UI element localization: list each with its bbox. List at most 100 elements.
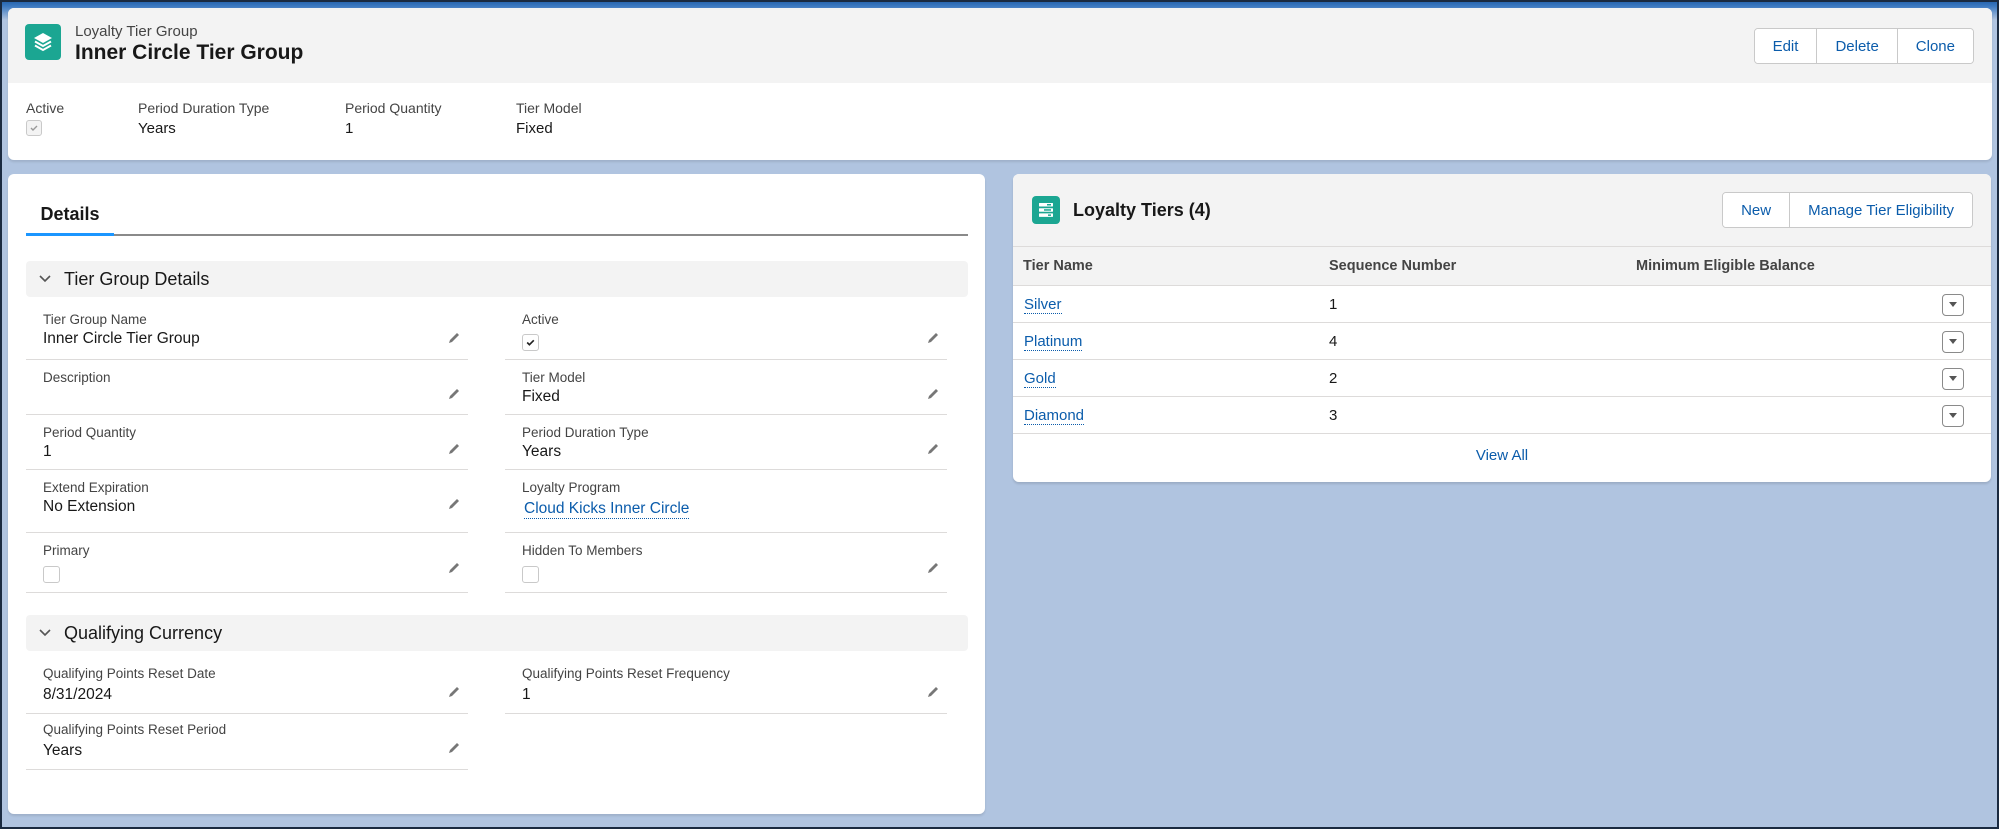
edit-button[interactable]: Edit xyxy=(1754,29,1818,63)
highlight-value: 1 xyxy=(345,120,354,137)
pencil-icon[interactable] xyxy=(446,684,462,700)
field-period-duration-type: Period Duration Type Years xyxy=(505,423,947,470)
pencil-icon[interactable] xyxy=(925,386,941,402)
caret-down-icon xyxy=(1949,302,1957,307)
row-actions-dropdown[interactable] xyxy=(1942,294,1964,316)
field-label: Qualifying Points Reset Date xyxy=(43,666,216,681)
section-qualifying-currency[interactable]: Qualifying Currency xyxy=(26,615,968,651)
field-value: Years xyxy=(522,443,562,460)
highlight-label: Tier Model xyxy=(516,100,582,116)
highlight-label: Period Quantity xyxy=(345,100,442,116)
active-checkbox-readonly xyxy=(26,120,42,136)
new-button[interactable]: New xyxy=(1723,193,1791,227)
tier-name-link[interactable]: Diamond xyxy=(1024,407,1085,425)
tab-details[interactable]: Details xyxy=(26,196,114,236)
tier-name-link[interactable]: Gold xyxy=(1024,370,1056,388)
field-qualifying-points-reset-frequency: Qualifying Points Reset Frequency 1 xyxy=(505,664,947,714)
pencil-icon[interactable] xyxy=(925,330,941,346)
manage-tier-eligibility-button[interactable]: Manage Tier Eligibility xyxy=(1790,193,1972,227)
record-actions: Edit Delete Clone xyxy=(1753,28,1974,64)
caret-down-icon xyxy=(1949,413,1957,418)
field-label: Qualifying Points Reset Period xyxy=(43,722,227,737)
tier-name-link[interactable]: Platinum xyxy=(1024,333,1083,351)
field-value: Inner Circle Tier Group xyxy=(43,330,200,347)
related-list-actions: New Manage Tier Eligibility xyxy=(1722,192,1973,228)
section-title: Tier Group Details xyxy=(64,268,210,289)
header-top: Loyalty Tier Group Inner Circle Tier Gro… xyxy=(8,8,1992,83)
table-row: Platinum 4 xyxy=(1013,323,1991,360)
highlight-period-quantity: Period Quantity 1 xyxy=(345,100,516,137)
related-list-loyalty-tiers: Loyalty Tiers (4) New Manage Tier Eligib… xyxy=(1013,174,1991,482)
pencil-icon[interactable] xyxy=(925,560,941,576)
field-label: Period Duration Type xyxy=(522,425,649,440)
primary-checkbox xyxy=(43,566,60,583)
hidden-to-members-checkbox xyxy=(522,566,539,583)
record-title: Inner Circle Tier Group xyxy=(75,41,304,64)
field-qualifying-points-reset-date: Qualifying Points Reset Date 8/31/2024 xyxy=(26,664,468,714)
field-tier-model: Tier Model Fixed xyxy=(505,368,947,415)
tier-name-link[interactable]: Silver xyxy=(1024,296,1062,314)
caret-down-icon xyxy=(1949,339,1957,344)
loyalty-program-link[interactable]: Cloud Kicks Inner Circle xyxy=(524,500,690,519)
layers-icon xyxy=(25,24,61,60)
highlight-period-duration-type: Period Duration Type Years xyxy=(138,100,345,137)
details-card: Details Tier Group Details Tier Group Na… xyxy=(8,174,985,814)
pencil-icon[interactable] xyxy=(446,496,462,512)
delete-button[interactable]: Delete xyxy=(1817,29,1898,63)
field-description: Description xyxy=(26,368,468,415)
chevron-down-icon xyxy=(39,629,51,637)
field-label: Tier Model xyxy=(522,370,586,385)
field-label: Extend Expiration xyxy=(43,480,149,495)
highlight-active: Active xyxy=(26,100,138,137)
field-hidden-to-members: Hidden To Members xyxy=(505,541,947,593)
column-header-tier-name[interactable]: Tier Name xyxy=(1023,258,1093,274)
check-icon xyxy=(526,339,535,346)
field-label: Qualifying Points Reset Frequency xyxy=(522,666,730,681)
sequence-number: 4 xyxy=(1329,333,1338,350)
pencil-icon[interactable] xyxy=(446,386,462,402)
related-list-header: Loyalty Tiers (4) New Manage Tier Eligib… xyxy=(1013,174,1991,247)
pencil-icon[interactable] xyxy=(446,560,462,576)
highlight-value: Years xyxy=(138,120,176,137)
column-header-minimum-eligible-balance[interactable]: Minimum Eligible Balance xyxy=(1636,258,1815,274)
field-value: Fixed xyxy=(522,388,560,405)
clone-button[interactable]: Clone xyxy=(1897,29,1973,63)
related-list-title: Loyalty Tiers (4) xyxy=(1073,200,1211,220)
highlight-label: Active xyxy=(26,100,65,116)
pencil-icon[interactable] xyxy=(446,441,462,457)
field-value: 1 xyxy=(522,686,531,703)
field-value: Years xyxy=(43,742,83,759)
caret-down-icon xyxy=(1949,376,1957,381)
check-icon xyxy=(30,125,38,131)
pencil-icon[interactable] xyxy=(925,441,941,457)
table-row: Gold 2 xyxy=(1013,360,1991,397)
field-label: Tier Group Name xyxy=(43,312,147,327)
field-label: Description xyxy=(43,370,111,385)
sequence-number: 2 xyxy=(1329,370,1338,387)
chevron-down-icon xyxy=(39,275,51,283)
field-label: Hidden To Members xyxy=(522,543,643,558)
table-header: Tier Name Sequence Number Minimum Eligib… xyxy=(1013,247,1991,286)
pencil-icon[interactable] xyxy=(446,740,462,756)
field-active: Active xyxy=(505,310,947,360)
field-value: 8/31/2024 xyxy=(43,686,112,703)
object-type-label: Loyalty Tier Group xyxy=(75,23,198,40)
column-header-sequence-number[interactable]: Sequence Number xyxy=(1329,258,1456,274)
row-actions-dropdown[interactable] xyxy=(1942,368,1964,390)
table-row: Diamond 3 xyxy=(1013,397,1991,434)
sequence-number: 3 xyxy=(1329,407,1338,424)
row-actions-dropdown[interactable] xyxy=(1942,331,1964,353)
highlight-label: Period Duration Type xyxy=(138,100,270,116)
pencil-icon[interactable] xyxy=(446,330,462,346)
field-tier-group-name: Tier Group Name Inner Circle Tier Group xyxy=(26,310,468,360)
tab-bar: Details xyxy=(26,196,968,236)
record-header: Loyalty Tier Group Inner Circle Tier Gro… xyxy=(8,8,1992,160)
row-actions-dropdown[interactable] xyxy=(1942,405,1964,427)
field-period-quantity: Period Quantity 1 xyxy=(26,423,468,470)
field-value: No Extension xyxy=(43,498,136,515)
field-label: Primary xyxy=(43,543,90,558)
section-tier-group-details[interactable]: Tier Group Details xyxy=(26,261,968,297)
pencil-icon[interactable] xyxy=(925,684,941,700)
field-primary: Primary xyxy=(26,541,468,593)
view-all-link[interactable]: View All xyxy=(1013,447,1991,464)
